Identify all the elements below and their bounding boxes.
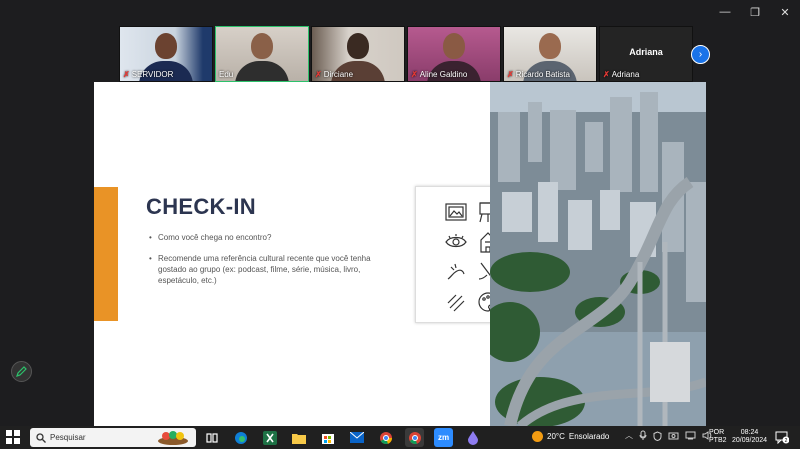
- hand-paint-icon: [440, 257, 472, 287]
- framed-picture-icon: [440, 197, 472, 227]
- participant-tile-active-speaker[interactable]: Edu: [215, 26, 309, 82]
- taskbar-search-box[interactable]: Pesquisar: [30, 428, 196, 447]
- system-tray: ︿: [625, 430, 713, 441]
- window-controls: — ❐ ✕: [710, 0, 800, 24]
- participant-name: SERVIDOR: [131, 70, 174, 79]
- notifications-button[interactable]: 2: [775, 431, 790, 446]
- edge-icon[interactable]: [231, 428, 250, 447]
- bullet-list: Como você chega no encontro? Recomende u…: [149, 232, 374, 296]
- participant-gallery: ✗ SERVIDOR Edu ✗ Dirciane ✗ Aline Galdino ✗…: [119, 26, 693, 82]
- participant-tile[interactable]: ✗ Aline Galdino: [407, 26, 501, 82]
- participant-tile[interactable]: ✗ Ricardo Batista: [503, 26, 597, 82]
- annotate-button[interactable]: [11, 361, 32, 382]
- chrome-profile-icon[interactable]: [405, 428, 424, 447]
- weather-temp: 20°C: [547, 432, 565, 441]
- store-icon[interactable]: [318, 428, 337, 447]
- microphone-icon[interactable]: [639, 430, 647, 441]
- city-aerial-photo: [490, 82, 706, 426]
- windows-logo-icon: [6, 430, 20, 444]
- participant-tile[interactable]: ✗ Dirciane: [311, 26, 405, 82]
- bullet-item: Recomende uma referência cultural recent…: [149, 253, 374, 286]
- mic-muted-icon: ✗: [315, 70, 322, 79]
- participant-tile[interactable]: ✗ SERVIDOR: [119, 26, 213, 82]
- participant-name: Edu: [219, 70, 234, 79]
- search-placeholder: Pesquisar: [50, 433, 86, 442]
- camera-icon[interactable]: [668, 431, 679, 440]
- slide-title: CHECK-IN: [146, 194, 256, 219]
- mic-muted-icon: ✗: [411, 70, 418, 79]
- taskbar-apps: zm: [202, 428, 482, 447]
- mic-muted-icon: ✗: [123, 70, 130, 79]
- mail-icon[interactable]: [347, 428, 366, 447]
- search-highlight-illustration-icon: [158, 430, 188, 445]
- participant-name: Dirciane: [323, 70, 354, 79]
- participant-name: Aline Galdino: [419, 70, 468, 79]
- participant-display-name: Adriana: [629, 47, 663, 57]
- weather-widget[interactable]: 20°C Ensolarado: [532, 431, 609, 442]
- bullet-item: Como você chega no encontro?: [149, 232, 374, 243]
- notification-icon: 2: [775, 431, 790, 445]
- participant-name: Adriana: [611, 70, 640, 79]
- file-explorer-icon[interactable]: [289, 428, 308, 447]
- date: 20/09/2024: [732, 437, 768, 444]
- time: 08:24: [740, 429, 759, 436]
- gallery-next-page-button[interactable]: ›: [691, 45, 710, 64]
- excel-icon[interactable]: [260, 428, 279, 447]
- task-view-icon[interactable]: [202, 428, 221, 447]
- mic-muted-icon: ✗: [603, 70, 610, 79]
- chevron-up-icon[interactable]: ︿: [625, 430, 633, 441]
- pencil-icon: [16, 366, 27, 377]
- language-indicator[interactable]: POR PTB2: [709, 429, 727, 445]
- security-shield-icon[interactable]: [653, 430, 662, 441]
- eye-icon: [440, 227, 472, 257]
- clock[interactable]: 08:24 20/09/2024: [732, 429, 767, 445]
- windows-taskbar: Pesquisar zm 20°C Ensolarado ︿ POR PTB2 …: [0, 426, 800, 449]
- participant-tile-no-video[interactable]: Adriana ✗ Adriana: [599, 26, 693, 82]
- shared-screen-slide: CHECK-IN Como você chega no encontro? Re…: [94, 82, 706, 426]
- chevron-right-icon: ›: [698, 49, 703, 60]
- start-button[interactable]: [6, 430, 20, 444]
- cloud-drive-icon[interactable]: [463, 428, 482, 447]
- network-icon[interactable]: [685, 431, 696, 440]
- maximize-icon[interactable]: ❐: [740, 0, 770, 24]
- minimize-icon[interactable]: —: [710, 0, 740, 24]
- chrome-icon[interactable]: [376, 428, 395, 447]
- mic-muted-icon: ✗: [507, 70, 514, 79]
- weather-desc: Ensolarado: [568, 432, 610, 441]
- accent-bar: [94, 187, 118, 321]
- paint-strokes-icon: [440, 287, 472, 317]
- sun-icon: [532, 431, 543, 442]
- zoom-icon[interactable]: zm: [434, 428, 453, 447]
- close-icon[interactable]: ✕: [770, 0, 800, 24]
- search-icon: [36, 432, 46, 443]
- notification-count: 2: [785, 438, 788, 444]
- participant-name: Ricardo Batista: [515, 70, 570, 79]
